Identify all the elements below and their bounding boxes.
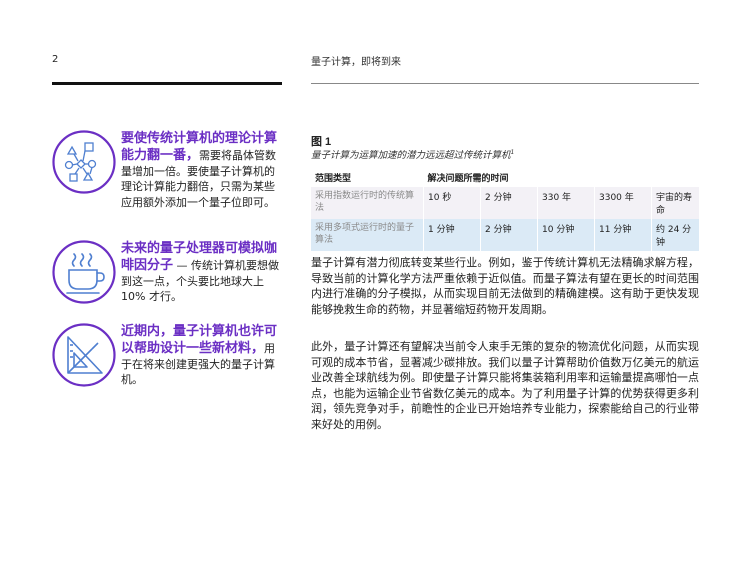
figure-caption-text: 量子计算为运算加速的潜力远远超过传统计算机 <box>311 150 511 161</box>
table-cell: 3300 年 <box>594 187 652 219</box>
table-cell: 330 年 <box>537 187 595 219</box>
row-label: 采用多项式运行时的量子算法 <box>311 219 424 251</box>
coffee-cup-icon <box>52 240 116 304</box>
drafting-triangle-icon <box>52 323 116 387</box>
body-paragraph: 量子计算有潜力彻底转变某些行业。例如，鉴于传统计算机无法精确求解方程，导致当前的… <box>311 256 699 316</box>
table-cell: 约 24 分钟 <box>651 219 699 251</box>
header-rule-left <box>52 82 282 85</box>
shapes-network-icon <box>52 130 116 194</box>
fact-text: 未来的量子处理器可模拟咖啡因分子 — 传统计算机要想做到这一点，个头要比地球大上… <box>121 240 281 305</box>
fact-text: 要使传统计算机的理论计算能力翻一番，需要将晶体管数量增加一倍。要使量子计算机的理… <box>121 130 281 210</box>
table-cell: 11 分钟 <box>594 219 652 251</box>
table-cell: 2 分钟 <box>480 187 538 219</box>
table-cell: 10 分钟 <box>537 219 595 251</box>
table-cell: 2 分钟 <box>480 219 538 251</box>
row-label: 采用指数运行时的传统算法 <box>311 187 424 219</box>
table-cell: 宇宙的寿命 <box>651 187 699 219</box>
column-header-time: 解决问题所需的时间 <box>427 173 509 183</box>
fact-highlight: 近期内，量子计算机也许可以帮助设计一些新材料， <box>121 324 278 356</box>
page-number: 2 <box>52 54 59 65</box>
table-header-row: 范围类型 解决问题所需的时间 <box>311 168 699 187</box>
column-header-type: 范围类型 <box>315 173 352 183</box>
table-row: 采用指数运行时的传统算法 10 秒 2 分钟 330 年 3300 年 宇宙的寿… <box>311 187 699 219</box>
table-cell: 1 分钟 <box>423 219 481 251</box>
body-paragraph: 此外，量子计算还有望解决当前令人束手无策的复杂的物流优化问题，从而实现可观的成本… <box>311 340 699 431</box>
table-cell: 10 秒 <box>423 187 481 219</box>
table-row: 采用多项式运行时的量子算法 1 分钟 2 分钟 10 分钟 11 分钟 约 24… <box>311 219 699 251</box>
figure-caption: 量子计算为运算加速的潜力远远超过传统计算机1 <box>311 147 514 161</box>
header-rule-right <box>311 83 699 84</box>
fact-text: 近期内，量子计算机也许可以帮助设计一些新材料，用于在将来创建更强大的量子计算机。 <box>121 323 281 388</box>
figure-caption-note: 1 <box>510 148 515 156</box>
figure-table: 范围类型 解决问题所需的时间 采用指数运行时的传统算法 10 秒 2 分钟 33… <box>311 168 699 251</box>
running-header-title: 量子计算，即将到来 <box>311 57 401 68</box>
